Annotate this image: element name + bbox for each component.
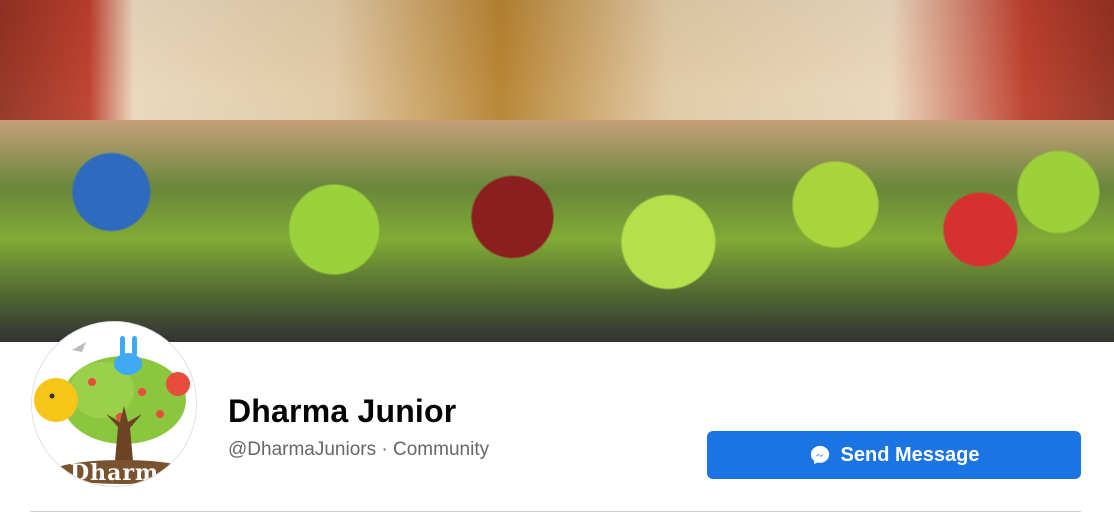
separator: ·: [381, 439, 388, 460]
cover-photo[interactable]: [0, 0, 1114, 342]
send-message-button[interactable]: Send Message: [707, 431, 1081, 479]
page-title: Dharma Junior: [228, 393, 457, 429]
send-message-label: Send Message: [840, 443, 980, 466]
cover-photo-group: [0, 92, 1114, 342]
page-subtitle: @DharmaJuniors · Community: [228, 439, 489, 461]
profile-picture[interactable]: Dharm: [32, 322, 196, 486]
page-category[interactable]: Community: [393, 439, 489, 460]
messenger-icon: [810, 445, 829, 465]
logo-text: Dharm: [70, 460, 160, 486]
header-divider: [30, 511, 1081, 512]
page-handle[interactable]: @DharmaJuniors: [228, 439, 376, 460]
